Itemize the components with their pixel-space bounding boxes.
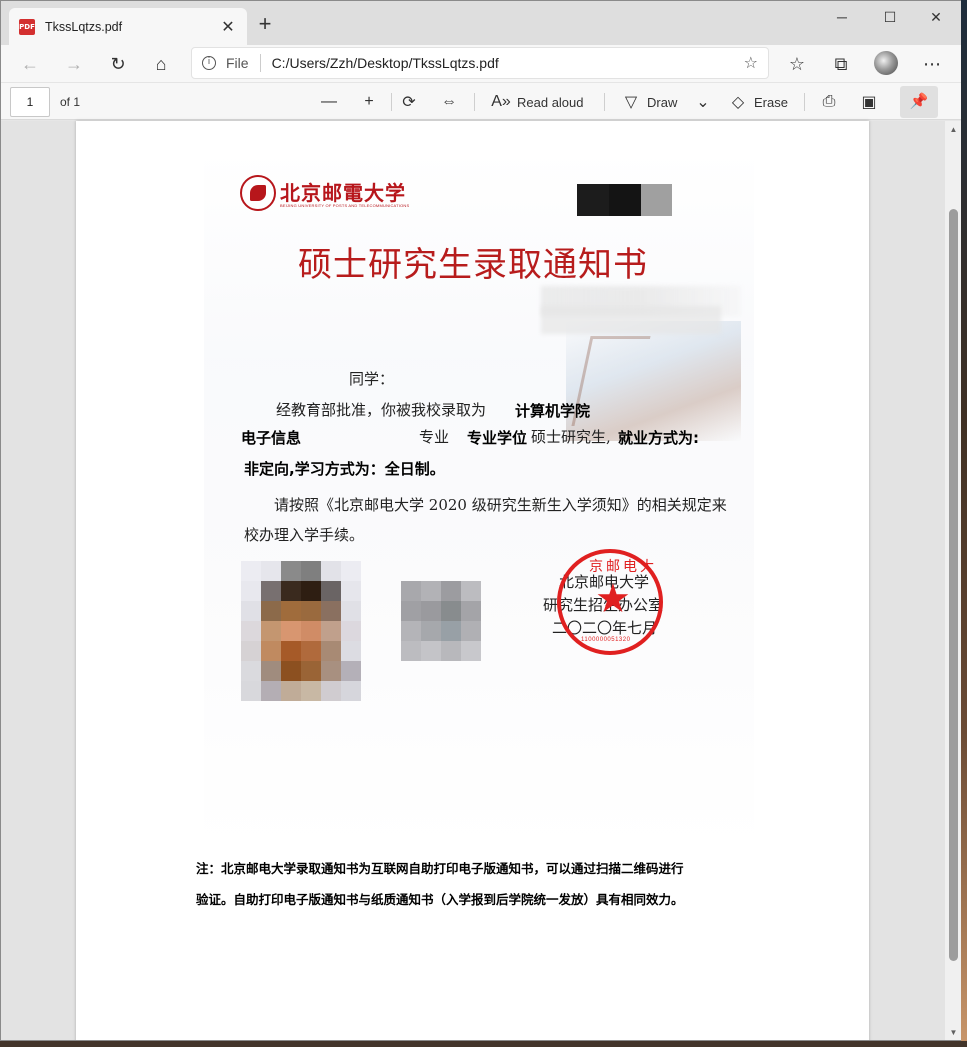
desktop-background [0, 1041, 967, 1047]
fit-page-button[interactable]: ⇔ [439, 87, 459, 117]
save-button[interactable]: ▣ [859, 87, 879, 117]
tab-pdf[interactable]: PDF TkssLqtzs.pdf ✕ [9, 8, 247, 45]
collections-icon[interactable]: ⧉ [826, 50, 856, 78]
read-aloud-label: Read aloud [517, 94, 584, 110]
logo-subtitle: BEIJING UNIVERSITY OF POSTS AND TELECOMM… [280, 203, 410, 208]
print-icon: ⎙ [822, 93, 836, 110]
page-count: of 1 [60, 95, 81, 109]
admission-employment-label: 就业方式为: [618, 429, 699, 447]
redacted-block [609, 184, 641, 216]
toolbar-divider [804, 93, 805, 111]
print-button[interactable]: ⎙ [819, 87, 839, 117]
more-menu-icon[interactable]: ⋯ [917, 50, 947, 78]
university-seal-icon [240, 175, 276, 211]
redacted-block [577, 184, 609, 216]
chevron-down-icon: ⌄ [696, 94, 710, 111]
footnote-line-1: 注：北京邮电大学录取通知书为互联网自助打印电子版通知书，可以通过扫描二维码进行 [196, 861, 684, 876]
nav-bar: ← → ↻ ⌂ i File C:/Users/Zzh/Desktop/Tkss… [1, 45, 962, 82]
page-number-input[interactable]: 1 [10, 87, 50, 117]
blurred-name [541, 306, 721, 334]
admission-line-1: 经教育部批准，你被我校录取为 [276, 401, 487, 419]
blurred-qr-code [401, 581, 481, 661]
address-url[interactable]: C:/Users/Zzh/Desktop/TkssLqtzs.pdf [272, 55, 744, 71]
vertical-scrollbar[interactable]: ▲ ▼ [945, 121, 962, 1040]
official-seal-stamp: 京邮电大 ★ 1100000051320 [557, 549, 663, 655]
favorites-icon[interactable]: ☆ [782, 50, 812, 78]
stamp-text-bottom: 1100000051320 [581, 637, 631, 643]
pdf-icon: PDF [19, 18, 35, 35]
read-aloud-button[interactable]: A» Read aloud [491, 87, 584, 117]
rotate-button[interactable]: ⟳ [399, 87, 419, 117]
scroll-down-icon[interactable]: ▼ [945, 1026, 962, 1040]
zoom-in-button[interactable]: + [359, 87, 379, 117]
info-icon[interactable]: i [202, 56, 216, 70]
close-icon[interactable]: ✕ [219, 17, 237, 37]
window-close-icon[interactable]: ✕ [913, 5, 959, 29]
read-aloud-icon: A» [491, 93, 511, 110]
save-icon: ▣ [861, 94, 877, 111]
pdf-viewer[interactable]: 北京邮電大学 BEIJING UNIVERSITY OF POSTS AND T… [1, 121, 945, 1040]
draw-icon: ▽ [624, 94, 638, 111]
erase-label: Erase [754, 94, 788, 110]
stamp-text-top: 京邮电大 [589, 559, 657, 575]
browser-window: PDF TkssLqtzs.pdf ✕ + ─ ☐ ✕ ← → ↻ ⌂ i Fi… [0, 0, 963, 1041]
admission-study-mode: 非定向,学习方式为：全日制。 [244, 460, 445, 478]
address-scheme: File [226, 55, 249, 71]
minus-icon: — [321, 93, 337, 110]
minimize-icon[interactable]: ─ [819, 5, 865, 29]
admission-major: 电子信息 [241, 429, 302, 447]
refresh-icon[interactable]: ↻ [103, 50, 133, 78]
favorite-star-icon[interactable]: ☆ [744, 53, 758, 73]
profile-avatar[interactable] [874, 51, 898, 75]
admission-degree-type: 专业学位 [467, 429, 528, 447]
enrollment-instruction-line-2: 校办理入学手续。 [244, 526, 365, 544]
maximize-icon[interactable]: ☐ [867, 5, 913, 29]
admission-degree-level: 硕士研究生, [531, 428, 611, 446]
address-divider [259, 54, 261, 72]
draw-label: Draw [647, 94, 678, 110]
tab-strip: PDF TkssLqtzs.pdf ✕ + ─ ☐ ✕ [1, 1, 962, 45]
draw-button[interactable]: ▽ Draw [621, 87, 678, 117]
star-icon: ★ [595, 577, 631, 621]
redacted-block [641, 184, 672, 216]
back-icon[interactable]: ← [15, 50, 45, 78]
logo-text: 北京邮電大学 [280, 181, 406, 205]
blurred-photo [241, 561, 361, 701]
eraser-icon: ◇ [731, 94, 745, 111]
toolbar-divider [391, 93, 392, 111]
scroll-up-icon[interactable]: ▲ [945, 123, 962, 137]
document-title: 硕士研究生录取通知书 [298, 245, 648, 285]
address-bar[interactable]: i File C:/Users/Zzh/Desktop/TkssLqtzs.pd… [191, 47, 769, 79]
toolbar-divider [604, 93, 605, 111]
home-icon[interactable]: ⌂ [146, 50, 176, 78]
draw-options-button[interactable]: ⌄ [693, 87, 713, 117]
forward-icon[interactable]: → [59, 50, 89, 78]
scrollbar-thumb[interactable] [949, 209, 958, 961]
pdf-toolbar: 1 of 1 — + ⟳ ⇔ A» Read aloud ▽ Draw ⌄ ◇ … [1, 82, 962, 120]
fit-width-icon: ⇔ [441, 93, 457, 110]
university-logo: 北京邮電大学 BEIJING UNIVERSITY OF POSTS AND T… [240, 175, 409, 213]
footnote-line-2: 验证。自助打印电子版通知书与纸质通知书（入学报到后学院统一发放）具有相同效力。 [196, 892, 684, 907]
enrollment-instruction-line-1: 请按照《北京邮电大学 2020 级研究生新生入学须知》的相关规定来 [274, 496, 727, 514]
zoom-out-button[interactable]: — [319, 87, 339, 117]
admission-major-suffix: 专业 [419, 428, 450, 446]
erase-button[interactable]: ◇ Erase [728, 87, 788, 117]
new-tab-icon[interactable]: + [253, 12, 277, 36]
tab-title: TkssLqtzs.pdf [45, 19, 123, 34]
plus-icon: + [364, 93, 374, 110]
toolbar-divider [474, 93, 475, 111]
pdf-page: 北京邮電大学 BEIJING UNIVERSITY OF POSTS AND T… [76, 121, 869, 1040]
salutation: 同学： [349, 370, 395, 388]
rotate-icon: ⟳ [402, 94, 416, 111]
pin-toolbar-icon[interactable]: 📌 [900, 86, 938, 118]
desktop-background [961, 0, 967, 1047]
admission-school: 计算机学院 [515, 402, 591, 420]
